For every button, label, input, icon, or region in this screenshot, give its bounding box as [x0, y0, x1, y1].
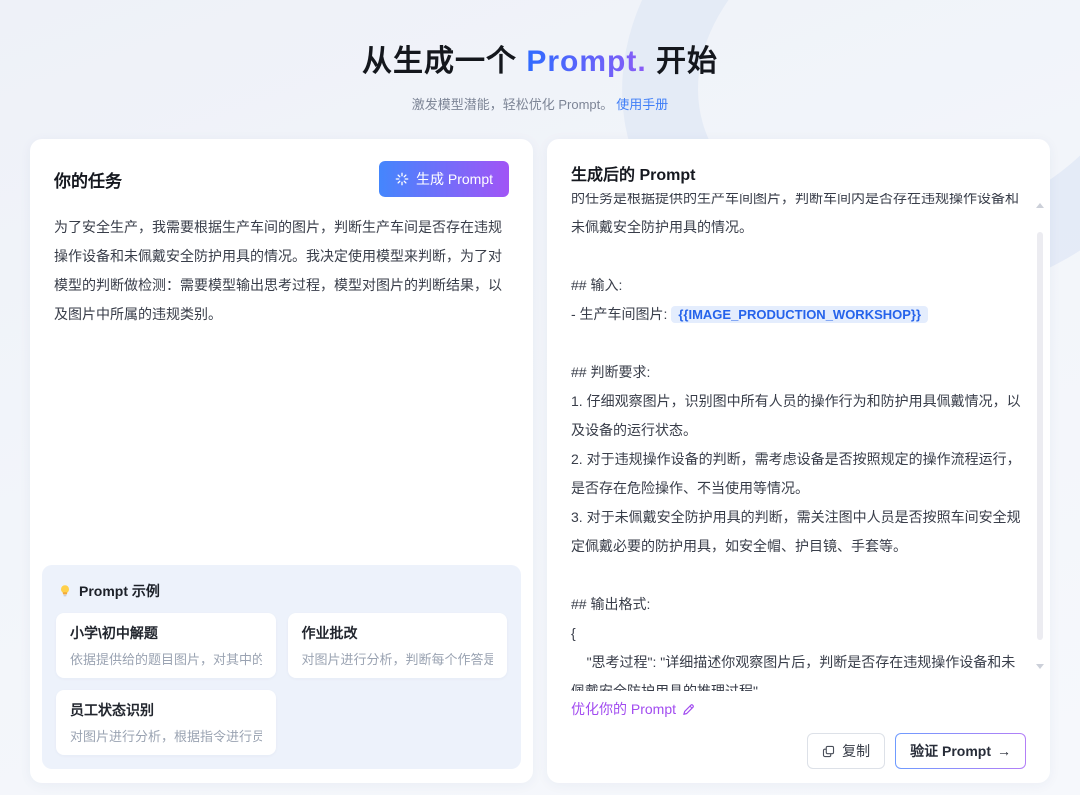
- prompt-line: 1. 仔细观察图片，识别图中所有人员的操作行为和防护用具佩戴情况，以及设备的运行…: [571, 393, 1021, 438]
- result-panel: 生成后的 Prompt 的任务是根据提供的生产车间图片，判断车间内是否存在违规操…: [547, 139, 1050, 783]
- copy-icon: [822, 745, 835, 758]
- edit-pencil-icon: [682, 703, 695, 716]
- prompt-line: ## 判断要求:: [571, 364, 651, 380]
- prompt-line: {: [571, 625, 576, 641]
- page-title-highlight: Prompt.: [526, 45, 647, 78]
- example-card-desc: 依据提供给的题目图片，对其中的题目...: [70, 652, 262, 667]
- example-card[interactable]: 员工状态识别对图片进行分析，根据指令进行员工状...: [56, 690, 276, 755]
- prompt-examples-header: Prompt 示例: [58, 581, 507, 601]
- prompt-examples-title: Prompt 示例: [79, 583, 160, 599]
- result-panel-title: 生成后的 Prompt: [571, 167, 696, 184]
- subtitle-text: 激发模型潜能，轻松优化 Prompt。: [411, 97, 614, 112]
- task-panel-header: 你的任务 生成 Prompt: [54, 161, 509, 197]
- example-card[interactable]: 作业批改对图片进行分析，判断每个作答是正确...: [287, 613, 507, 678]
- example-cards: 小学\初中解题依据提供给的题目图片，对其中的题目...作业批改对图片进行分析，判…: [56, 613, 507, 755]
- scrollbar-thumb[interactable]: [1037, 232, 1043, 640]
- lightbulb-icon: [58, 584, 72, 598]
- prompt-line: 2. 对于违规操作设备的判断，需考虑设备是否按照规定的操作流程运行，是否存在危险…: [571, 451, 1021, 496]
- copy-button-label: 复制: [842, 743, 871, 759]
- main-content: 你的任务 生成 Prompt 为了安全生产，我需要根据生产车间的图片，判断生产车…: [0, 139, 1080, 783]
- verify-prompt-button[interactable]: 验证 Prompt →: [895, 733, 1026, 769]
- image-placeholder-chip: {{IMAGE_PRODUCTION_WORKSHOP}}: [671, 306, 929, 323]
- prompt-line: [571, 561, 1026, 590]
- copy-button[interactable]: 复制: [807, 733, 886, 769]
- scroll-up-arrow-icon[interactable]: [1036, 203, 1044, 208]
- result-panel-footer: 复制 验证 Prompt →: [571, 733, 1026, 769]
- task-panel-title: 你的任务: [54, 171, 122, 191]
- sparkle-icon: [395, 172, 409, 186]
- page-subtitle: 激发模型潜能，轻松优化 Prompt。 使用手册: [0, 94, 1080, 113]
- manual-link[interactable]: 使用手册: [616, 97, 668, 112]
- prompt-output-text: 的任务是根据提供的生产车间图片，判断车间内是否存在违规操作设备和未佩戴安全防护用…: [571, 193, 1026, 691]
- example-card[interactable]: 小学\初中解题依据提供给的题目图片，对其中的题目...: [56, 613, 276, 678]
- task-input[interactable]: 为了安全生产，我需要根据生产车间的图片，判断生产车间是否存在违规操作设备和未佩戴…: [54, 213, 509, 329]
- scroll-down-arrow-icon[interactable]: [1036, 664, 1044, 669]
- prompt-line: 的任务是根据提供的生产车间图片，判断车间内是否存在违规操作设备和未佩戴安全防护用…: [571, 193, 1019, 235]
- prompt-line: - 生产车间图片: {{IMAGE_PRODUCTION_WORKSHOP}}: [571, 300, 1026, 329]
- task-panel: 你的任务 生成 Prompt 为了安全生产，我需要根据生产车间的图片，判断生产车…: [30, 139, 533, 783]
- arrow-right-icon: →: [997, 743, 1011, 759]
- prompt-line: [571, 329, 1026, 358]
- prompt-line: [571, 242, 1026, 271]
- prompt-examples-section: Prompt 示例 小学\初中解题依据提供给的题目图片，对其中的题目...作业批…: [42, 565, 521, 769]
- optimize-prompt-link[interactable]: 优化你的 Prompt: [571, 699, 695, 719]
- scrollbar: [1035, 203, 1045, 669]
- prompt-output[interactable]: 的任务是根据提供的生产车间图片，判断车间内是否存在违规操作设备和未佩戴安全防护用…: [571, 193, 1026, 691]
- prompt-line: 3. 对于未佩戴安全防护用具的判断，需关注图中人员是否按照车间安全规定佩戴必要的…: [571, 509, 1021, 554]
- prompt-line: "思考过程": "详细描述你观察图片后，判断是否存在违规操作设备和未佩戴安全防护…: [571, 654, 1016, 691]
- verify-button-label: 验证 Prompt: [910, 743, 991, 759]
- example-card-title: 作业批改: [301, 625, 358, 641]
- page-title: 从生成一个 Prompt. 开始: [0, 36, 1080, 80]
- example-card-desc: 对图片进行分析，根据指令进行员工状...: [70, 729, 262, 744]
- example-card-desc: 对图片进行分析，判断每个作答是正确...: [301, 652, 494, 667]
- generate-prompt-button[interactable]: 生成 Prompt: [378, 161, 509, 197]
- page-title-prefix: 从生成一个: [361, 45, 527, 78]
- prompt-line: ## 输入:: [571, 277, 623, 293]
- page-title-suffix: 开始: [646, 45, 719, 78]
- generate-prompt-label: 生成 Prompt: [415, 171, 493, 187]
- prompt-line: ## 输出格式:: [571, 596, 651, 612]
- task-panel-spacer: [54, 329, 509, 565]
- page-header: 从生成一个 Prompt. 开始 激发模型潜能，轻松优化 Prompt。 使用手册: [0, 0, 1080, 113]
- example-card-title: 员工状态识别: [70, 702, 154, 718]
- example-card-title: 小学\初中解题: [70, 625, 158, 641]
- optimize-link-label: 优化你的 Prompt: [571, 701, 677, 717]
